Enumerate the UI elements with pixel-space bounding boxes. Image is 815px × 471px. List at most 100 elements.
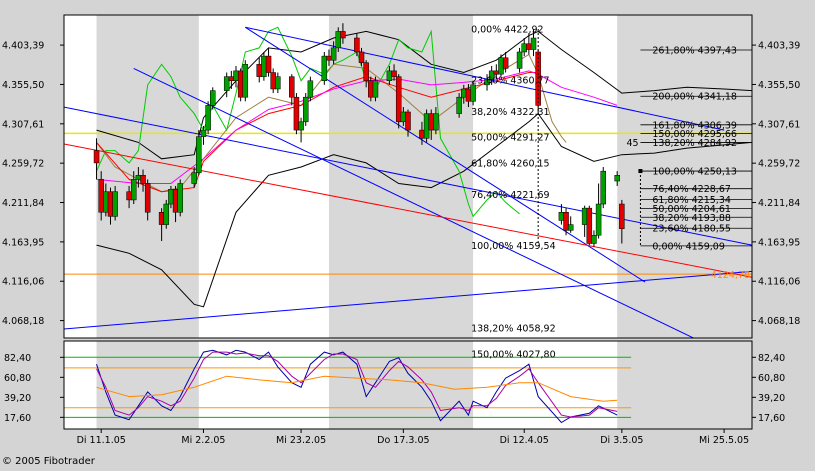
candle-body [400,111,407,123]
y-tick-label-left-0: 4.403,39 [2,41,44,52]
fib-left-label-7: 138,20% 4058,92 [471,324,556,335]
fib-right-anchor [638,169,643,174]
x-tick-label-6: Mi 25.5.05 [699,435,749,446]
candle-body [172,188,179,213]
candle-body [419,129,425,139]
candle-body [261,55,267,77]
candle-body [228,76,235,82]
candle-body [196,136,202,174]
osc-y-tick-label-left-2: 39,20 [4,393,31,404]
price-label: 4124,78 [711,270,750,281]
candle-body [567,224,574,231]
candle-body [558,212,565,221]
candle-body [470,84,476,102]
candle-body [163,203,170,225]
candle-body [502,57,509,69]
candle-body [242,64,249,98]
fib-right-lower-label-5: 23,60% 4180,55 [652,224,731,235]
y-tick-label-right-7: 4.068,18 [758,316,800,327]
candle-body [135,175,142,180]
fib-left-label-8: 150,00% 4027,80 [471,349,556,360]
candle-body [581,207,588,225]
candle-body [168,188,174,205]
y-tick-label-left-2: 4.307,61 [2,119,44,130]
candle-body [275,76,281,90]
y-tick-label-right-3: 4.259,72 [758,159,800,170]
osc-y-tick-label-left-0: 82,40 [4,353,31,364]
candle-body [521,43,527,53]
candle-body [126,191,132,201]
candle-body [302,96,309,123]
candle-body [391,70,397,77]
candle-body [103,191,109,213]
candle-body [586,207,593,244]
fib-left-label-5: 76,40% 4221,69 [471,190,550,201]
y-tick-label-right-6: 4.116,06 [758,277,800,288]
fib-right-upper-label-0: 261,80% 4397,43 [652,45,737,56]
candle-body [526,43,532,50]
candle-body [144,183,151,213]
period-band-1 [328,15,474,338]
candle-body [330,47,337,61]
x-tick-label-0: Di 11.1.05 [77,435,126,446]
candle-body [293,96,300,131]
candle-body [140,175,146,184]
candle-body [107,191,114,217]
fib-left-label-4: 61,80% 4260,15 [471,158,550,169]
candle-body [335,31,342,49]
fib-left-label-2: 38,20% 4322,31 [471,107,550,118]
candle-body [270,72,276,90]
footer-copyright: © 2005 Fibotrader [2,456,95,467]
candle-body [223,76,230,91]
x-tick-label-4: Di 12.4.05 [500,435,549,446]
y-tick-label-left-4: 4.211,84 [2,198,44,209]
candle-body [461,88,467,98]
x-tick-label-3: Do 17.3.05 [377,435,429,446]
fib-left-label-1: 23,60% 4360,77 [471,76,550,87]
y-tick-label-left-1: 4.355,50 [2,80,44,91]
candle-body [237,70,244,98]
candle-body [177,183,183,213]
marker-label: 45 [626,138,638,149]
fib-right-lower-label-4: 38,20% 4193,88 [652,213,731,224]
osc-y-tick-label-left-3: 17,60 [4,413,31,424]
candle-body [191,172,197,184]
osc-y-tick-label-right-1: 60,80 [758,373,785,384]
candle-body [614,175,620,182]
candle-body [428,113,434,131]
candle-body [498,57,504,75]
y-tick-label-right-2: 4.307,61 [758,119,800,130]
y-tick-label-left-7: 4.068,18 [2,316,44,327]
y-tick-label-left-6: 4.116,06 [2,277,44,288]
fib-left-label-3: 50,00% 4291,27 [471,133,550,144]
candle-body [465,88,472,102]
fib-right-upper-label-4: 138,20% 4284,92 [652,138,737,149]
candle-body [493,70,500,75]
fib-left-label-0: 0,00% 4422,92 [471,25,543,36]
candle-body [265,55,272,73]
candle-body [200,129,207,137]
y-tick-label-right-0: 4.403,39 [758,41,800,52]
candle-body [395,76,402,123]
candle-body [210,90,216,106]
candle-body [363,62,369,82]
candle-body [595,203,602,236]
y-tick-label-left-3: 4.259,72 [2,159,44,170]
candle-body [112,191,118,217]
candle-body [530,37,537,50]
candle-body [600,170,606,205]
candle-body [233,70,239,82]
osc-y-tick-label-right-3: 17,60 [758,413,785,424]
candle-body [423,113,430,139]
candle-body [405,111,411,131]
candle-body [433,113,439,131]
oscillator-period-band-0 [96,341,199,429]
candle-body [563,212,569,231]
candle-body [205,105,211,131]
candle-body [326,55,332,61]
oscillator-period-band-2 [617,341,752,429]
candle-body [289,76,295,98]
candle-body [372,80,379,98]
candle-body [619,203,625,229]
y-tick-label-right-1: 4.355,50 [758,80,800,91]
